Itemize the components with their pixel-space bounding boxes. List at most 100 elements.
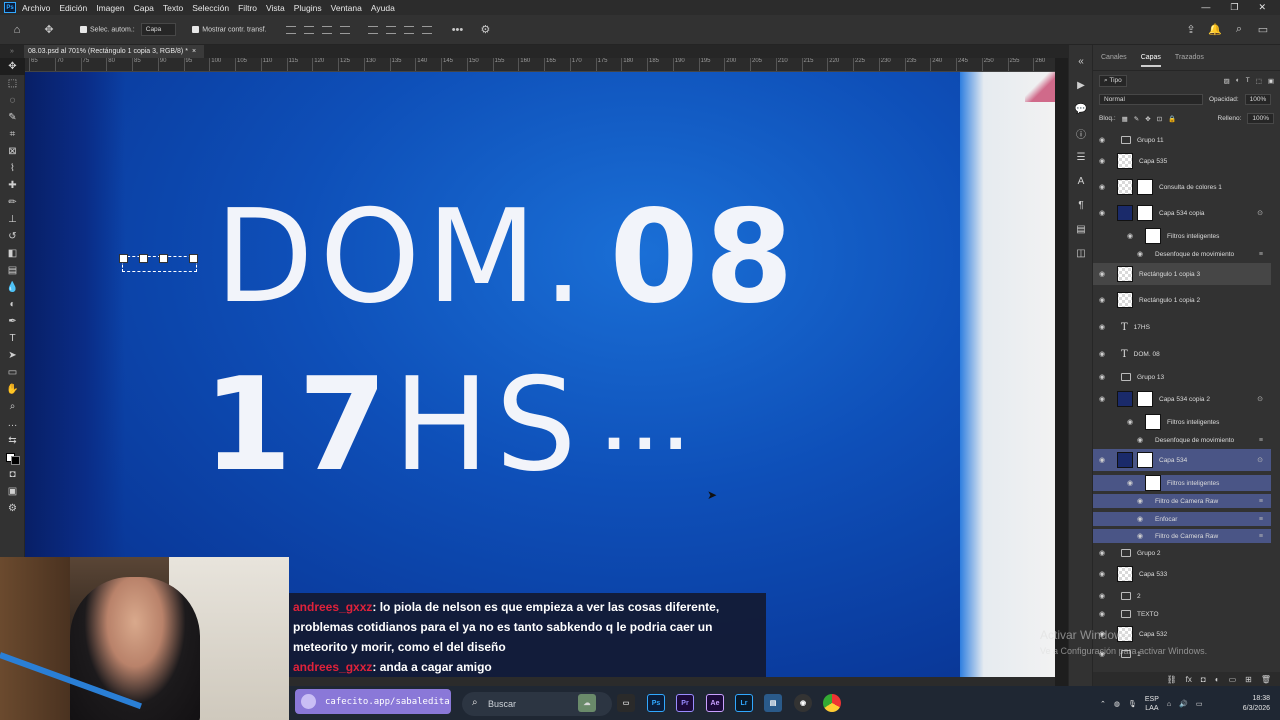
visibility-eye-icon[interactable]: ◉: [1137, 515, 1149, 523]
layer-row[interactable]: ◉ Rectángulo 1 copia 2: [1093, 289, 1271, 311]
collapse-panels-icon[interactable]: «: [1069, 49, 1093, 73]
layer-row[interactable]: ◉ Rectángulo 1 copia 3: [1093, 263, 1271, 285]
filter-options-icon[interactable]: ≡: [1259, 533, 1263, 540]
new-group-icon[interactable]: ▭: [1229, 675, 1237, 684]
chrome-app-icon[interactable]: [823, 694, 841, 712]
visibility-eye-icon[interactable]: ◉: [1127, 479, 1139, 487]
lock-all-icon[interactable]: 🔒: [1168, 115, 1176, 123]
layer-row[interactable]: ◉ Filtros inteligentes: [1093, 228, 1271, 244]
tab-trazados[interactable]: Trazados: [1175, 54, 1204, 61]
new-layer-icon[interactable]: ⊞: [1245, 675, 1252, 684]
notifications-icon[interactable]: 🔔: [1208, 23, 1222, 37]
filter-adjust-icon[interactable]: ◐: [1236, 77, 1240, 84]
visibility-eye-icon[interactable]: ◉: [1099, 350, 1111, 358]
home-icon[interactable]: ⌂: [10, 23, 24, 37]
transform-handle[interactable]: [139, 254, 148, 263]
add-mask-icon[interactable]: ◘: [1201, 675, 1206, 684]
screen-mode-icon[interactable]: ▣: [0, 483, 25, 500]
visibility-eye-icon[interactable]: ◉: [1127, 418, 1139, 426]
type-tool-icon[interactable]: T: [0, 330, 25, 347]
align-top-icon[interactable]: [340, 25, 351, 34]
align-middle-icon[interactable]: [368, 25, 379, 34]
filter-options-icon[interactable]: ≡: [1259, 498, 1263, 505]
layer-row[interactable]: ◉ Capa 534 ⊙: [1093, 449, 1271, 471]
menu-ayuda[interactable]: Ayuda: [371, 3, 395, 13]
visibility-eye-icon[interactable]: ◉: [1099, 136, 1111, 144]
lock-move-icon[interactable]: ✥: [1145, 115, 1150, 123]
visibility-eye-icon[interactable]: ◉: [1099, 296, 1111, 304]
blend-mode-dropdown[interactable]: Normal: [1099, 94, 1203, 105]
delete-layer-icon[interactable]: 🗑: [1261, 675, 1271, 684]
quick-mask-icon[interactable]: ◘: [0, 466, 25, 483]
visibility-eye-icon[interactable]: ◉: [1137, 436, 1149, 444]
dodge-tool-icon[interactable]: ◐: [0, 296, 25, 313]
comments-icon[interactable]: 💬: [1069, 97, 1093, 121]
layer-row[interactable]: ◉ 2: [1093, 588, 1271, 604]
after-effects-app-icon[interactable]: Ae: [706, 694, 724, 712]
lasso-tool-icon[interactable]: ◌: [0, 92, 25, 109]
visibility-eye-icon[interactable]: ◉: [1099, 323, 1111, 331]
menu-seleccion[interactable]: Selección: [192, 3, 229, 13]
eraser-tool-icon[interactable]: ◧: [0, 245, 25, 262]
layer-row[interactable]: ◉ Consulta de colores 1: [1093, 176, 1271, 198]
history-brush-icon[interactable]: ↺: [0, 228, 25, 245]
minimize-button[interactable]: —: [1201, 2, 1210, 13]
workspace-icon[interactable]: ▭: [1256, 23, 1270, 37]
task-view-icon[interactable]: ▭: [617, 694, 635, 712]
layer-row[interactable]: ◉ Capa 534 copia 2 ⊙: [1093, 388, 1271, 410]
menu-edicion[interactable]: Edición: [59, 3, 87, 13]
brush-tool-icon[interactable]: ✏: [0, 194, 25, 211]
fx-icon[interactable]: fx: [1186, 675, 1192, 684]
gear-icon[interactable]: ⚙: [478, 23, 492, 37]
tray-chevron-icon[interactable]: ⌃: [1100, 700, 1106, 708]
obs-app-icon[interactable]: ◉: [794, 694, 812, 712]
layer-row[interactable]: ◉ Grupo 11: [1093, 132, 1271, 148]
visibility-eye-icon[interactable]: ◉: [1137, 497, 1149, 505]
transform-handle[interactable]: [119, 254, 128, 263]
layer-row[interactable]: ◉ Enfocar ≡: [1093, 512, 1271, 526]
filter-options-icon[interactable]: ≡: [1259, 437, 1263, 444]
stamp-tool-icon[interactable]: ⊥: [0, 211, 25, 228]
layer-row[interactable]: ◉ T 17HS: [1093, 316, 1271, 338]
visibility-eye-icon[interactable]: ◉: [1099, 610, 1111, 618]
path-select-tool-icon[interactable]: ➤: [0, 347, 25, 364]
gradient-tool-icon[interactable]: ▤: [0, 262, 25, 279]
auto-select-checkbox[interactable]: Selec. autom.:: [80, 25, 135, 33]
menu-archivo[interactable]: Archivo: [22, 3, 50, 13]
visibility-eye-icon[interactable]: ◉: [1099, 570, 1111, 578]
layer-filter-dropdown[interactable]: ⌕ Tipo: [1099, 74, 1127, 87]
marquee-tool-icon[interactable]: ⬚: [0, 75, 25, 92]
layer-row[interactable]: ◉ Capa 533: [1093, 563, 1271, 585]
smart-object-icon[interactable]: ⊙: [1257, 456, 1263, 464]
frame-tool-icon[interactable]: ⊠: [0, 143, 25, 160]
character-icon[interactable]: A: [1069, 169, 1093, 193]
lock-artboard-icon[interactable]: ⊡: [1157, 115, 1162, 123]
shape-tool-icon[interactable]: ▭: [0, 364, 25, 381]
blur-tool-icon[interactable]: 💧: [0, 279, 25, 296]
move-tool-icon[interactable]: ✥: [42, 23, 56, 37]
opacity-input[interactable]: 100%: [1244, 94, 1272, 105]
filter-options-icon[interactable]: ≡: [1259, 251, 1263, 258]
visibility-eye-icon[interactable]: ◉: [1099, 395, 1111, 403]
layer-row[interactable]: ◉ Capa 534 copia ⊙: [1093, 202, 1271, 224]
share-icon[interactable]: ⇪: [1184, 23, 1198, 37]
visibility-eye-icon[interactable]: ◉: [1099, 270, 1111, 278]
transform-handle[interactable]: [189, 254, 198, 263]
edit-toolbar-icon[interactable]: ⚙: [0, 500, 25, 517]
smart-object-icon[interactable]: ⊙: [1257, 209, 1263, 217]
fill-input[interactable]: 100%: [1247, 113, 1274, 124]
hand-tool-icon[interactable]: ✋: [0, 381, 25, 398]
healing-tool-icon[interactable]: ✚: [0, 177, 25, 194]
tab-capas[interactable]: Capas: [1140, 54, 1161, 67]
layer-row[interactable]: ◉ TEXTO: [1093, 606, 1271, 622]
restore-button[interactable]: ❐: [1230, 2, 1238, 13]
libraries-icon[interactable]: ▤: [1069, 217, 1093, 241]
menu-imagen[interactable]: Imagen: [96, 3, 124, 13]
distribute-vertical-icon[interactable]: [422, 25, 433, 34]
lightroom-app-icon[interactable]: Lr: [735, 694, 753, 712]
layer-row[interactable]: ◉ Filtros inteligentes: [1093, 414, 1271, 430]
menu-texto[interactable]: Texto: [163, 3, 183, 13]
language-indicator[interactable]: ESP LAA: [1145, 695, 1159, 713]
filter-smart-icon[interactable]: ▣: [1268, 77, 1274, 85]
filter-options-icon[interactable]: ≡: [1259, 516, 1263, 523]
